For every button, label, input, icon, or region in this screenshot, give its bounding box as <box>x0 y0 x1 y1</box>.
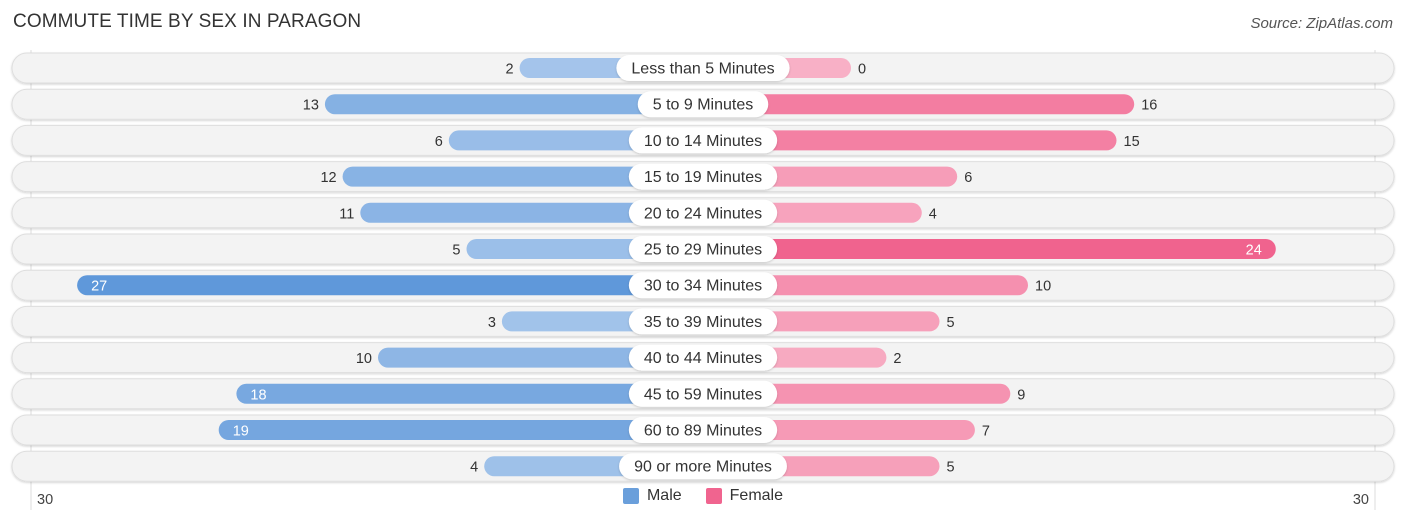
category-label: 90 or more Minutes <box>634 459 772 476</box>
category-label: 20 to 24 Minutes <box>644 205 762 222</box>
value-label-female: 15 <box>1124 134 1140 150</box>
category-label: 30 to 34 Minutes <box>644 278 762 295</box>
value-label-male: 2 <box>506 62 514 78</box>
value-label-female: 24 <box>1246 243 1262 259</box>
category-label: 45 to 59 Minutes <box>644 386 762 403</box>
category-label: 10 to 14 Minutes <box>644 133 762 150</box>
bar-male <box>77 275 704 296</box>
value-label-male: 11 <box>339 206 354 222</box>
value-label-male: 10 <box>356 351 372 367</box>
value-label-male: 13 <box>303 98 319 114</box>
category-label: 35 to 39 Minutes <box>644 314 762 331</box>
legend-label-male: Male <box>646 487 682 504</box>
chart-canvas: Less than 5 Minutes 2 0 5 to 9 Minutes 13 16 1… <box>11 50 1395 510</box>
value-label-male: 6 <box>435 134 443 150</box>
category-label: 60 to 89 Minutes <box>644 423 762 440</box>
value-label-female: 4 <box>929 206 937 222</box>
value-label-female: 5 <box>947 315 955 331</box>
category-label: 25 to 29 Minutes <box>644 242 762 259</box>
value-label-female: 0 <box>858 62 866 78</box>
value-label-male: 18 <box>250 387 266 403</box>
value-label-male: 27 <box>91 279 107 295</box>
category-label: Less than 5 Minutes <box>631 61 774 78</box>
legend: Male Female <box>0 487 1406 505</box>
value-label-male: 4 <box>470 460 478 476</box>
category-label: 5 to 9 Minutes <box>653 97 754 114</box>
legend-swatch-male <box>622 488 639 504</box>
value-label-female: 6 <box>964 170 972 186</box>
value-label-female: 5 <box>947 460 955 476</box>
value-label-female: 7 <box>982 424 990 440</box>
category-label: 40 to 44 Minutes <box>644 350 762 367</box>
bar-female <box>703 239 1276 259</box>
legend-item-female[interactable]: Female <box>705 487 784 505</box>
legend-item-male[interactable]: Male <box>622 487 682 505</box>
value-label-male: 19 <box>233 424 249 440</box>
legend-label-female: Female <box>729 487 784 504</box>
value-label-female: 10 <box>1035 279 1051 295</box>
category-label: 15 to 19 Minutes <box>644 169 762 186</box>
value-label-male: 5 <box>452 243 460 259</box>
legend-swatch-female <box>705 488 722 504</box>
value-label-female: 9 <box>1017 387 1025 403</box>
value-label-female: 16 <box>1141 98 1157 114</box>
value-label-male: 3 <box>488 315 496 331</box>
value-label-male: 12 <box>320 170 336 186</box>
value-label-female: 2 <box>893 351 901 367</box>
